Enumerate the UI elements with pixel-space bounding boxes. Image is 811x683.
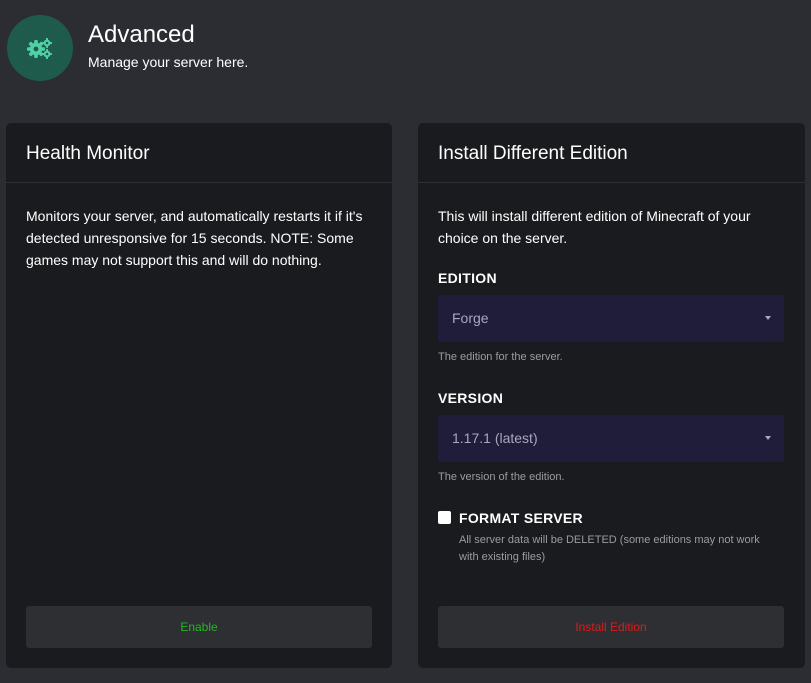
format-server-description: All server data will be DELETED (some ed… — [459, 534, 760, 563]
card-title: Health Monitor — [26, 143, 150, 164]
version-select[interactable]: 1.17.1 (latest) — [438, 415, 784, 462]
install-edition-description: This will install different edition of M… — [438, 208, 751, 246]
format-server-checkbox[interactable] — [438, 511, 451, 524]
header-icon-circle — [7, 15, 73, 81]
health-monitor-card: Health Monitor Monitors your server, and… — [6, 123, 392, 668]
version-label: VERSION — [438, 390, 504, 406]
version-select-value: 1.17.1 (latest) — [452, 430, 538, 446]
install-edition-card: Install Different Edition This will inst… — [418, 123, 805, 668]
enable-button[interactable]: Enable — [26, 606, 372, 648]
edition-help-text: The edition for the server. — [438, 351, 563, 363]
chevron-down-icon — [765, 436, 771, 440]
page-header: Advanced Manage your server here. — [0, 0, 811, 100]
card-title: Install Different Edition — [438, 143, 628, 164]
version-help-text: The version of the edition. — [438, 471, 565, 483]
page-title: Advanced — [88, 21, 195, 48]
format-server-label: FORMAT SERVER — [459, 510, 583, 526]
page-subtitle: Manage your server here. — [88, 54, 249, 70]
card-header: Install Different Edition — [418, 123, 805, 183]
gears-icon — [27, 38, 52, 59]
health-monitor-description: Monitors your server, and automatically … — [26, 208, 363, 268]
card-header: Health Monitor — [6, 123, 392, 183]
edition-label: EDITION — [438, 270, 497, 286]
edition-select[interactable]: Forge — [438, 295, 784, 342]
install-edition-button[interactable]: Install Edition — [438, 606, 784, 648]
edition-select-value: Forge — [452, 310, 489, 326]
chevron-down-icon — [765, 316, 771, 320]
